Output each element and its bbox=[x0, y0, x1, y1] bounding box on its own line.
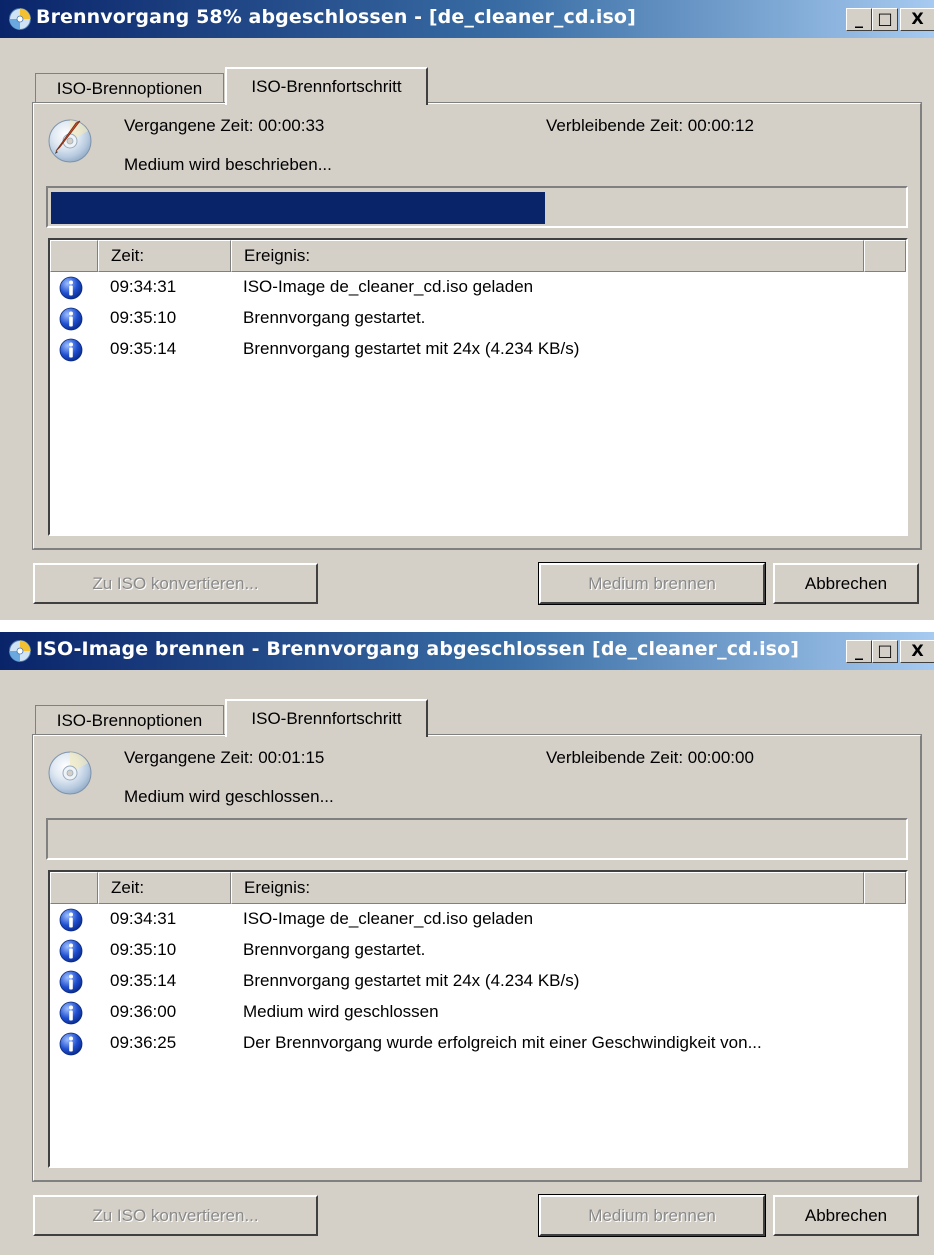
info-icon bbox=[59, 970, 83, 994]
progress-bar bbox=[46, 186, 908, 228]
event-log-header: Zeit: Ereignis: bbox=[50, 240, 906, 272]
app-disc-icon bbox=[9, 640, 31, 662]
row-event: Der Brennvorgang wurde erfolgreich mit e… bbox=[243, 1033, 762, 1052]
status-text: Medium wird beschrieben... bbox=[124, 155, 332, 174]
minimize-button[interactable]: _ bbox=[846, 8, 872, 31]
row-time: 09:34:31 bbox=[110, 909, 177, 928]
row-event: Medium wird geschlossen bbox=[243, 1002, 439, 1021]
info-icon bbox=[59, 1032, 83, 1056]
row-time: 09:35:10 bbox=[110, 308, 177, 327]
convert-to-iso-button[interactable]: Zu ISO konvertieren... bbox=[33, 1195, 318, 1236]
title-bar[interactable]: Brennvorgang 58% abgeschlossen - [de_cle… bbox=[0, 0, 934, 38]
row-event: ISO-Image de_cleaner_cd.iso geladen bbox=[243, 277, 534, 296]
row-event: Brennvorgang gestartet. bbox=[243, 940, 426, 959]
tab-iso-burn-options[interactable]: ISO-Brennoptionen bbox=[35, 705, 224, 735]
disc-burning-icon bbox=[48, 119, 92, 163]
info-icon bbox=[59, 908, 83, 932]
table-row[interactable]: 09:36:25 Der Brennvorgang wurde erfolgrei… bbox=[50, 1030, 906, 1061]
column-header-icon[interactable] bbox=[50, 240, 98, 272]
table-row[interactable]: 09:35:14 Brennvorgang gestartet mit 24x (… bbox=[50, 968, 906, 999]
progress-bar bbox=[46, 818, 908, 860]
maximize-button[interactable]: □ bbox=[872, 640, 898, 663]
status-text: Medium wird geschlossen... bbox=[124, 787, 334, 806]
table-row[interactable]: 09:35:10 Brennvorgang gestartet. bbox=[50, 305, 906, 336]
minimize-button[interactable]: _ bbox=[846, 640, 872, 663]
close-button[interactable]: X bbox=[900, 640, 934, 663]
row-event: ISO-Image de_cleaner_cd.iso geladen bbox=[243, 909, 534, 928]
row-event: Brennvorgang gestartet mit 24x (4.234 KB… bbox=[243, 339, 580, 358]
elapsed-time-label: Vergangene Zeit: 00:00:33 bbox=[124, 116, 325, 135]
info-icon bbox=[59, 939, 83, 963]
burn-dialog-window: ISO-Image brennen - Brennvorgang abgesch… bbox=[0, 632, 934, 1255]
table-row[interactable]: 09:36:00 Medium wird geschlossen bbox=[50, 999, 906, 1030]
burn-medium-button[interactable]: Medium brennen bbox=[538, 1194, 766, 1237]
column-header-event[interactable]: Ereignis: bbox=[231, 872, 864, 904]
table-row[interactable]: 09:34:31 ISO-Image de_cleaner_cd.iso gela… bbox=[50, 274, 906, 305]
row-time: 09:36:25 bbox=[110, 1033, 177, 1052]
info-icon bbox=[59, 307, 83, 331]
column-header-time[interactable]: Zeit: bbox=[98, 240, 231, 272]
window-title: Brennvorgang 58% abgeschlossen - [de_cle… bbox=[36, 6, 636, 28]
maximize-button[interactable]: □ bbox=[872, 8, 898, 31]
info-icon bbox=[59, 276, 83, 300]
title-bar[interactable]: ISO-Image brennen - Brennvorgang abgesch… bbox=[0, 632, 934, 670]
table-row[interactable]: 09:34:31 ISO-Image de_cleaner_cd.iso gela… bbox=[50, 906, 906, 937]
window-title: ISO-Image brennen - Brennvorgang abgesch… bbox=[36, 638, 800, 660]
remaining-time-label: Verbleibende Zeit: 00:00:00 bbox=[546, 748, 754, 767]
row-event: Brennvorgang gestartet mit 24x (4.234 KB… bbox=[243, 971, 580, 990]
row-time: 09:35:14 bbox=[110, 339, 177, 358]
elapsed-time-label: Vergangene Zeit: 00:01:15 bbox=[124, 748, 325, 767]
row-time: 09:35:10 bbox=[110, 940, 177, 959]
disc-icon bbox=[48, 751, 92, 795]
tab-iso-burn-progress[interactable]: ISO-Brennfortschritt bbox=[225, 699, 428, 737]
close-button[interactable]: X bbox=[900, 8, 934, 31]
table-row[interactable]: 09:35:14 Brennvorgang gestartet mit 24x (… bbox=[50, 336, 906, 367]
row-time: 09:36:00 bbox=[110, 1002, 177, 1021]
info-icon bbox=[59, 338, 83, 362]
event-log-header: Zeit: Ereignis: bbox=[50, 872, 906, 904]
column-header-filler bbox=[864, 240, 906, 272]
event-log-list[interactable]: Zeit: Ereignis: 09:34:31 ISO-Image de_cle… bbox=[48, 870, 908, 1168]
burn-medium-button[interactable]: Medium brennen bbox=[538, 562, 766, 605]
column-header-filler bbox=[864, 872, 906, 904]
cancel-button[interactable]: Abbrechen bbox=[773, 1195, 919, 1236]
cancel-button[interactable]: Abbrechen bbox=[773, 563, 919, 604]
row-time: 09:34:31 bbox=[110, 277, 177, 296]
tab-iso-burn-progress[interactable]: ISO-Brennfortschritt bbox=[225, 67, 428, 105]
convert-to-iso-button[interactable]: Zu ISO konvertieren... bbox=[33, 563, 318, 604]
info-icon bbox=[59, 1001, 83, 1025]
column-header-icon[interactable] bbox=[50, 872, 98, 904]
row-event: Brennvorgang gestartet. bbox=[243, 308, 426, 327]
row-time: 09:35:14 bbox=[110, 971, 177, 990]
burn-dialog-window: Brennvorgang 58% abgeschlossen - [de_cle… bbox=[0, 0, 934, 620]
app-disc-icon bbox=[9, 8, 31, 30]
event-log-list[interactable]: Zeit: Ereignis: 09:34:31 ISO-Image de_cle… bbox=[48, 238, 908, 536]
column-header-event[interactable]: Ereignis: bbox=[231, 240, 864, 272]
table-row[interactable]: 09:35:10 Brennvorgang gestartet. bbox=[50, 937, 906, 968]
progress-bar-fill bbox=[51, 192, 545, 224]
remaining-time-label: Verbleibende Zeit: 00:00:12 bbox=[546, 116, 754, 135]
column-header-time[interactable]: Zeit: bbox=[98, 872, 231, 904]
tab-iso-burn-options[interactable]: ISO-Brennoptionen bbox=[35, 73, 224, 103]
